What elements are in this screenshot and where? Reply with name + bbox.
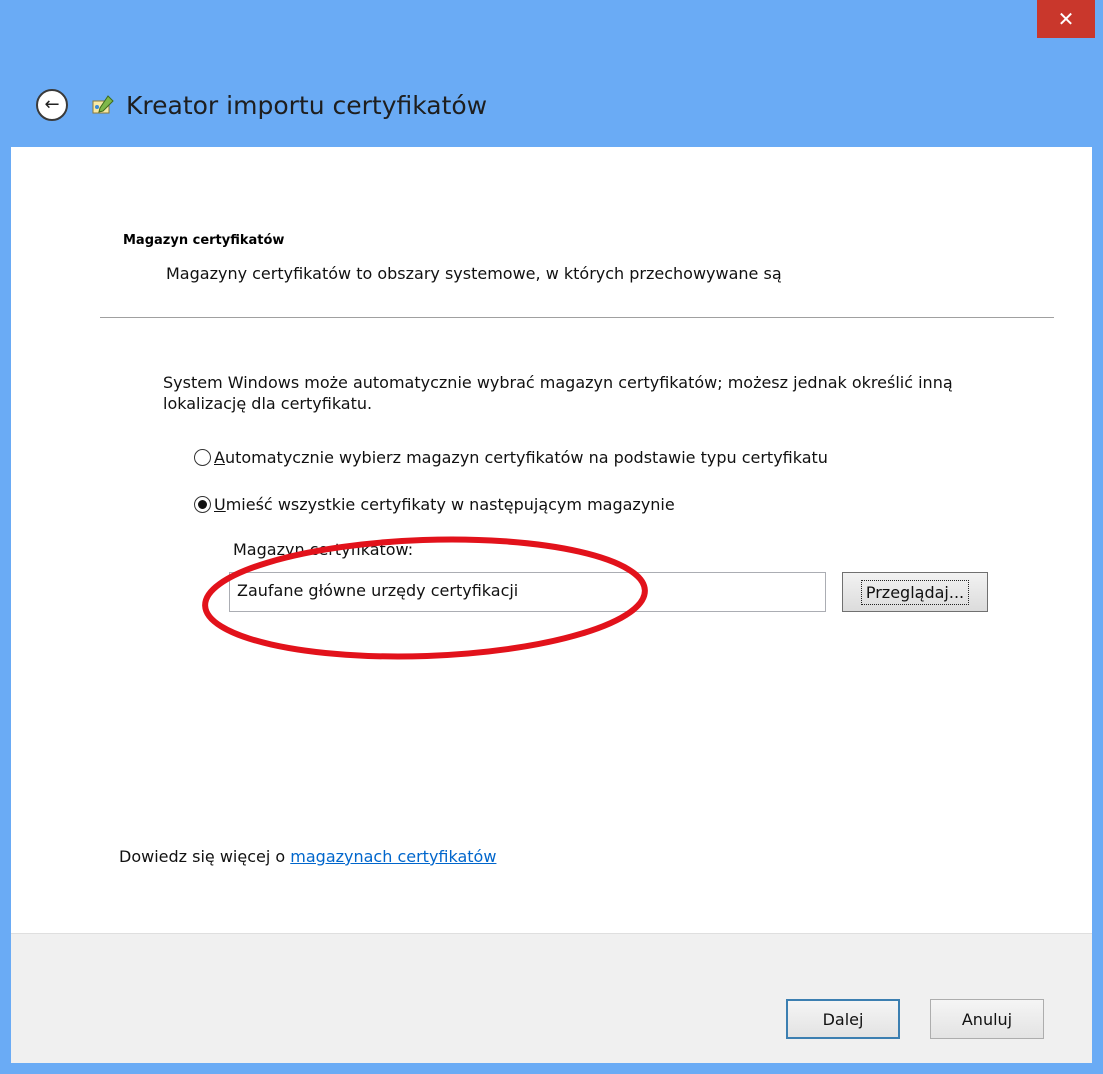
intro-text: System Windows może automatycznie wybrać… <box>163 373 953 413</box>
wizard-window: ✕ ← Kreator importu certyfikatów Magazyn… <box>0 0 1103 1074</box>
store-field[interactable]: Zaufane główne urzędy certyfikacji <box>229 572 826 612</box>
store-label: Magazyn certyfikatów: <box>233 540 414 559</box>
learn-more-text: Dowiedz się więcej o magazynach certyfik… <box>119 847 497 866</box>
radio-button[interactable] <box>194 449 211 466</box>
radio-manual-store[interactable]: Umieść wszystkie certyfikaty w następują… <box>194 495 675 514</box>
wizard-content: Magazyn certyfikatów Magazyny certyfikat… <box>11 147 1092 933</box>
section-description: Magazyny certyfikatów to obszary systemo… <box>166 264 782 283</box>
window-title: Kreator importu certyfikatów <box>126 90 488 120</box>
radio-button-selected[interactable] <box>194 496 211 513</box>
section-title: Magazyn certyfikatów <box>123 233 285 248</box>
next-button[interactable]: Dalej <box>786 999 900 1039</box>
learn-more-link[interactable]: magazynach certyfikatów <box>290 847 496 866</box>
wizard-header: ← Kreator importu certyfikatów <box>36 70 487 140</box>
browse-button[interactable]: Przeglądaj... <box>842 572 988 612</box>
radio-label: Automatycznie wybierz magazyn certyfikat… <box>214 448 828 467</box>
close-button[interactable]: ✕ <box>1037 0 1095 38</box>
header-separator <box>100 317 1054 318</box>
cancel-button[interactable]: Anuluj <box>930 999 1044 1039</box>
back-arrow-icon: ← <box>44 94 60 115</box>
radio-label: Umieść wszystkie certyfikaty w następują… <box>214 495 675 514</box>
close-icon: ✕ <box>1057 7 1075 31</box>
radio-auto-store[interactable]: Automatycznie wybierz magazyn certyfikat… <box>194 448 828 467</box>
certificate-wizard-icon <box>92 95 114 114</box>
wizard-footer: Dalej Anuluj <box>11 933 1092 1063</box>
back-button[interactable]: ← <box>36 89 68 121</box>
